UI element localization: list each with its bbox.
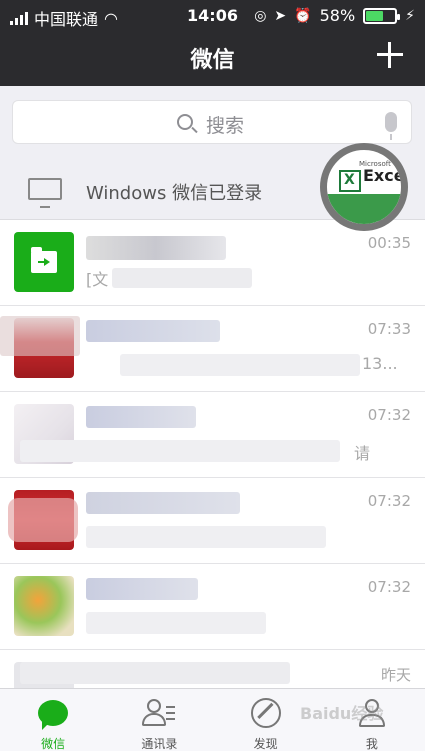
blurred-overlay (0, 316, 80, 356)
chat-snippet: [文 (86, 270, 109, 289)
folder-icon (31, 247, 57, 273)
blurred-snippet (120, 354, 360, 376)
blurred-snippet (112, 268, 252, 288)
chat-item[interactable]: 07:32 (0, 564, 425, 650)
excel-band (327, 194, 401, 224)
tab-label: 发现 (253, 737, 278, 751)
chat-item[interactable]: 07:32 (0, 478, 425, 564)
chat-time: 07:32 (367, 406, 411, 424)
search-placeholder: 搜索 (205, 115, 244, 137)
blurred-name (86, 236, 226, 260)
blurred-name (86, 578, 198, 600)
blurred-name (86, 406, 196, 428)
tab-label: 通讯录 (141, 737, 178, 751)
chat-time: 昨天 (380, 666, 411, 684)
chat-bubble-icon (36, 697, 70, 730)
avatar (14, 576, 74, 636)
top-bar: 中国联通 ◠ 14:06 ◎ ➤ ⏰ 58% ⚡ 微信 (0, 0, 425, 86)
tab-contacts[interactable]: 通讯录 (106, 689, 212, 751)
compass-icon (249, 697, 283, 729)
add-button[interactable] (375, 40, 405, 70)
chat-time: 07:32 (367, 492, 411, 510)
excel-icon: X (339, 170, 361, 192)
search-input[interactable]: 搜索 (12, 100, 412, 144)
avatar (14, 232, 74, 292)
chat-item[interactable]: 07:32 请 (0, 392, 425, 478)
location-icon: ➤ (274, 7, 287, 24)
blurred-snippet (86, 612, 266, 634)
battery-percent: 58% (319, 6, 356, 25)
excel-magnifier: Microsoft X Excel (320, 143, 408, 231)
contacts-icon (142, 697, 176, 729)
battery-icon (363, 7, 401, 24)
tab-label: 我 (365, 737, 378, 751)
alarm-icon: ⏰ (294, 7, 312, 24)
blurred-snippet (20, 440, 340, 462)
excel-label: Excel (363, 166, 408, 185)
arrow-icon (38, 258, 50, 266)
blurred-name (20, 662, 290, 684)
rotation-lock-icon: ◎ (254, 7, 267, 24)
chat-snippet: 请 (354, 444, 371, 463)
microphone-icon[interactable] (385, 112, 397, 140)
charging-icon: ⚡ (405, 7, 415, 24)
chat-time: 07:32 (367, 578, 411, 596)
status-bar: 中国联通 ◠ 14:06 ◎ ➤ ⏰ 58% ⚡ (0, 0, 425, 32)
chat-time: 07:33 (367, 320, 411, 338)
chat-time: 00:35 (367, 234, 411, 252)
blurred-snippet (86, 526, 326, 548)
status-right: ◎ ➤ ⏰ 58% ⚡ (254, 6, 415, 25)
tab-chats[interactable]: 微信 (0, 689, 106, 751)
monitor-icon (28, 178, 62, 208)
chat-item[interactable]: 07:33 13... (0, 306, 425, 392)
chat-snippet: 13... (362, 354, 398, 373)
windows-login-label: Windows 微信已登录 (86, 183, 263, 204)
page-title: 微信 (190, 48, 235, 73)
blurred-name (86, 320, 220, 342)
watermark: Baidu经验 (300, 704, 384, 723)
blurred-name (86, 492, 240, 514)
chat-item-file-transfer[interactable]: 00:35 [文 (0, 220, 425, 306)
tab-label: 微信 (41, 737, 66, 751)
blurred-overlay (8, 498, 78, 542)
